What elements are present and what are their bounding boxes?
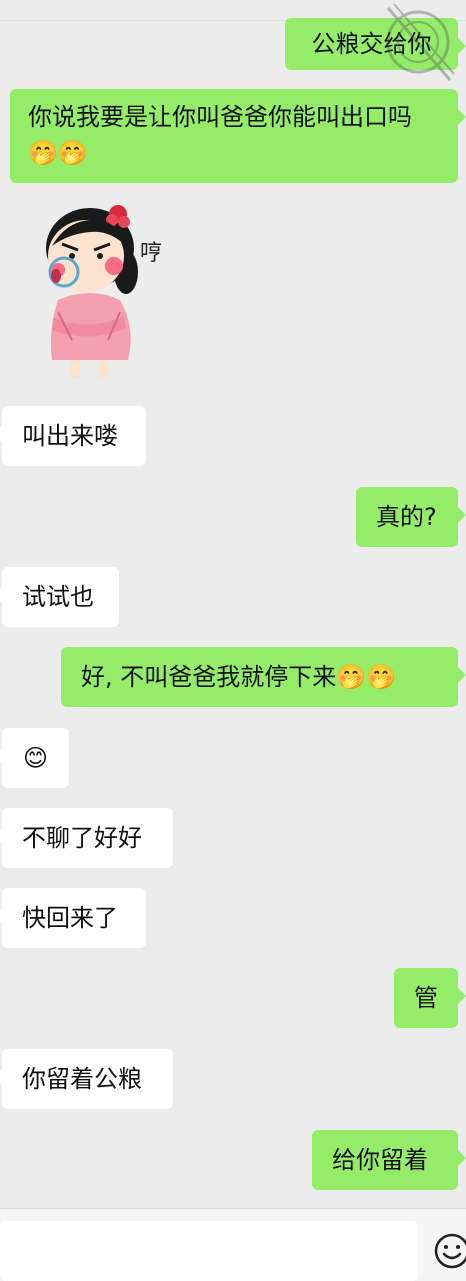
- message-bubble-them[interactable]: 你留着公粮: [0, 1049, 173, 1109]
- message-bubble-me[interactable]: 你说我要是让你叫爸爸你能叫出口吗🤭🤭: [10, 89, 466, 183]
- message-input[interactable]: [0, 1221, 418, 1281]
- message-text: 试试也: [22, 583, 94, 611]
- emoji-button-icon[interactable]: [433, 1232, 466, 1270]
- message-text: 真的?: [376, 503, 437, 531]
- message-text: 不聊了好好: [22, 824, 142, 852]
- message-text: 给你留着: [332, 1146, 428, 1174]
- message-bubble-them[interactable]: 不聊了好好: [0, 808, 173, 868]
- message-bubble-me[interactable]: 管: [394, 968, 466, 1028]
- message-bubble-me[interactable]: 好, 不叫爸爸我就停下来🤭🤭: [61, 647, 466, 707]
- message-bubble-me[interactable]: 给你留着: [312, 1130, 466, 1190]
- message-text: 你说我要是让你叫爸爸你能叫出口吗🤭🤭: [28, 103, 412, 167]
- input-bar: [0, 1208, 466, 1281]
- message-input-container: [0, 1221, 418, 1281]
- message-text: 快回来了: [22, 904, 118, 932]
- message-bubble-them[interactable]: 试试也: [0, 567, 119, 627]
- sticker-angry-girl[interactable]: 哼: [28, 200, 183, 385]
- message-bubble-them[interactable]: 😊: [0, 728, 69, 788]
- watermark-icon: [386, 3, 455, 81]
- message-text: 管: [414, 984, 438, 1012]
- message-text: 你留着公粮: [22, 1065, 142, 1093]
- message-text: 好, 不叫爸爸我就停下来🤭🤭: [81, 663, 397, 691]
- message-text: 叫出来喽: [22, 422, 118, 450]
- message-bubble-me[interactable]: 真的?: [356, 487, 466, 547]
- message-bubble-them[interactable]: 叫出来喽: [0, 406, 146, 466]
- message-bubble-them[interactable]: 快回来了: [0, 888, 146, 948]
- smile-emoji-icon: 😊: [22, 744, 49, 772]
- sticker-caption: 哼: [140, 241, 162, 266]
